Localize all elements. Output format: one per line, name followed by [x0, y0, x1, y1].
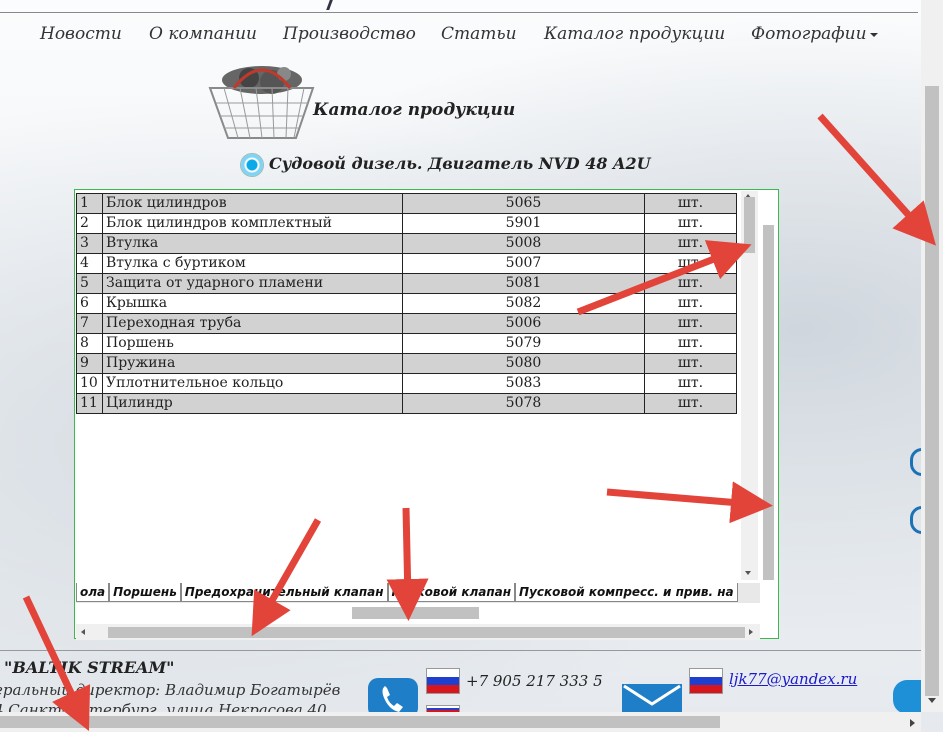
- nav-item-about[interactable]: О компании: [149, 24, 257, 44]
- nav-item-photos-label: Фотографии: [751, 24, 867, 44]
- part-unit: шт.: [644, 213, 737, 234]
- scroll-down-icon[interactable]: [745, 571, 751, 575]
- part-unit: шт.: [644, 233, 737, 254]
- part-name: Пружина: [102, 353, 403, 374]
- sheet-tabs-scroll-thumb[interactable]: [352, 607, 479, 619]
- part-code: 5080: [402, 353, 645, 374]
- part-unit: шт.: [644, 193, 737, 214]
- table-vertical-scrollbar[interactable]: [741, 191, 758, 580]
- row-number: 3: [76, 233, 103, 254]
- page-vertical-scroll-thumb[interactable]: [925, 86, 939, 696]
- nav-item-production[interactable]: Производство: [283, 24, 416, 44]
- part-unit: шт.: [644, 393, 737, 414]
- basket-icon: [208, 66, 315, 139]
- sheet-tab[interactable]: ола: [76, 583, 110, 602]
- row-number: 2: [76, 213, 103, 234]
- scroll-left-icon[interactable]: [81, 629, 85, 635]
- part-name: Блок цилиндров комплектный: [102, 213, 403, 234]
- table-horizontal-scrollbar[interactable]: [76, 624, 760, 640]
- part-code: 5065: [402, 193, 645, 214]
- nav-item-photos[interactable]: Фотографии: [751, 24, 878, 44]
- part-code: 5079: [402, 333, 645, 354]
- sheet-tab[interactable]: Пусковой компресс. и прив. на: [515, 583, 738, 602]
- row-number: 6: [76, 293, 103, 314]
- chevron-down-icon: [869, 32, 878, 37]
- parts-table: 1 Блок цилиндров 5065 шт. 2 Блок цилиндров к…: [76, 193, 737, 414]
- row-number: 5: [76, 273, 103, 294]
- row-number: 9: [76, 353, 103, 374]
- nav-item-news[interactable]: Новости: [40, 24, 122, 44]
- part-name: Втулка с буртиком: [102, 253, 403, 274]
- part-name: Крышка: [102, 293, 403, 314]
- part-code: 5008: [402, 233, 645, 254]
- part-unit: шт.: [644, 253, 737, 274]
- part-unit: шт.: [644, 293, 737, 314]
- sheet-tab[interactable]: Предохранительный клапан: [180, 583, 388, 602]
- table-row: 8 Поршень 5079 шт.: [76, 333, 737, 354]
- sheet-tab[interactable]: Поршень: [109, 583, 181, 602]
- table-row: 10 Уплотнительное кольцо 5083 шт.: [76, 373, 737, 394]
- part-code: 5007: [402, 253, 645, 274]
- table-row: 4 Втулка с буртиком 5007 шт.: [76, 253, 737, 274]
- phone-number: +7 905 217 333 5: [466, 672, 603, 690]
- table-row: 1 Блок цилиндров 5065 шт.: [76, 193, 737, 214]
- part-code: 5083: [402, 373, 645, 394]
- part-unit: шт.: [644, 373, 737, 394]
- part-name: Уплотнительное кольцо: [102, 373, 403, 394]
- header-divider: [0, 12, 918, 13]
- footer-divider: [0, 650, 921, 651]
- table-row: 7 Переходная труба 5006 шт.: [76, 313, 737, 334]
- table-row: 5 Защита от ударного пламени 5081 шт.: [76, 273, 737, 294]
- part-unit: шт.: [644, 333, 737, 354]
- catalog-subtitle: Судовой дизель. Двигатель NVD 48 A2U: [269, 154, 651, 173]
- table-row: 6 Крышка 5082 шт.: [76, 293, 737, 314]
- part-unit: шт.: [644, 273, 737, 294]
- director-text: еральный директор: Владимир Богатырёв: [0, 681, 341, 699]
- flag-ru-icon: [689, 668, 723, 694]
- email-link[interactable]: ljk77@yandex.ru: [729, 670, 857, 688]
- part-unit: шт.: [644, 313, 737, 334]
- part-name: Защита от ударного пламени: [102, 273, 403, 294]
- skype-icon[interactable]: [893, 680, 921, 714]
- part-name: Поршень: [102, 333, 403, 354]
- sheet-tabs-bar: ола Поршень Предохранительный клапан Пусков…: [76, 583, 760, 603]
- catalog-title: Каталог продукции: [313, 100, 516, 120]
- row-number: 11: [76, 393, 103, 414]
- scroll-down-icon[interactable]: [928, 698, 936, 703]
- part-code: 5078: [402, 393, 645, 414]
- part-unit: шт.: [644, 353, 737, 374]
- part-name: Блок цилиндров: [102, 193, 403, 214]
- part-code: 5081: [402, 273, 645, 294]
- radio-icon[interactable]: [241, 154, 263, 176]
- row-number: 1: [76, 193, 103, 214]
- page-vertical-scrollbar[interactable]: [921, 0, 943, 712]
- row-number: 10: [76, 373, 103, 394]
- table-row: 11 Цилиндр 5078 шт.: [76, 393, 737, 414]
- part-code: 5082: [402, 293, 645, 314]
- table-vertical-scroll-thumb[interactable]: [744, 197, 755, 253]
- row-number: 8: [76, 333, 103, 354]
- part-name: Переходная труба: [102, 313, 403, 334]
- table-row: 9 Пружина 5080 шт.: [76, 353, 737, 374]
- main-nav: Новости О компании Производство Статьи К…: [0, 24, 918, 48]
- page-horizontal-scroll-thumb[interactable]: [0, 716, 720, 728]
- table-row: 3 Втулка 5008 шт.: [76, 233, 737, 254]
- scroll-right-icon[interactable]: [910, 719, 915, 727]
- nav-item-articles[interactable]: Статьи: [441, 24, 517, 44]
- nav-item-catalog[interactable]: Каталог продукции: [544, 24, 725, 44]
- part-code: 5006: [402, 313, 645, 334]
- flag-ru-icon: [426, 668, 460, 694]
- part-name: Втулка: [102, 233, 403, 254]
- scroll-right-icon[interactable]: [749, 629, 753, 635]
- table-row: 2 Блок цилиндров комплектный 5901 шт.: [76, 213, 737, 234]
- company-name: "BALTIK STREAM": [4, 658, 175, 677]
- row-number: 4: [76, 253, 103, 274]
- sheet-tab[interactable]: Пусковой клапан: [387, 583, 516, 602]
- frame-vertical-scroll-thumb[interactable]: [763, 225, 774, 580]
- table-horizontal-scroll-thumb[interactable]: [108, 627, 745, 638]
- part-name: Цилиндр: [102, 393, 403, 414]
- page-horizontal-scrollbar[interactable]: [0, 712, 921, 732]
- part-code: 5901: [402, 213, 645, 234]
- row-number: 7: [76, 313, 103, 334]
